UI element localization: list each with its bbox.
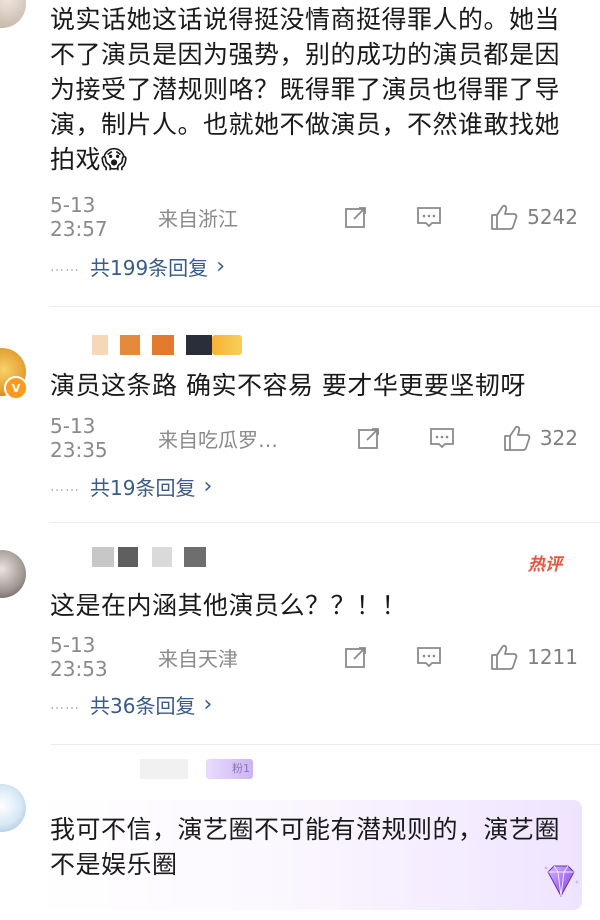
- divider: [50, 306, 600, 307]
- comment-time: 5-13 23:35: [50, 414, 108, 462]
- chevron-right-icon: ›: [216, 254, 225, 279]
- username-block: [140, 759, 188, 779]
- comment-meta: 5-13 23:53 来自天津 1211: [50, 633, 578, 681]
- repost-icon[interactable]: [343, 644, 369, 670]
- username-block: [120, 335, 140, 355]
- comment-icon[interactable]: [428, 425, 456, 451]
- username-redacted[interactable]: 粉1: [140, 758, 265, 780]
- level-badge-icon: [212, 335, 242, 355]
- replies-count: 共19条回复: [90, 476, 196, 500]
- view-replies-link[interactable]: …… 共36条回复 ›: [50, 690, 212, 719]
- username-block: [118, 547, 138, 567]
- comment-meta: 5-13 23:57 来自浙江 5242: [50, 193, 578, 241]
- avatar[interactable]: [0, 550, 26, 598]
- chevron-right-icon: ›: [203, 692, 213, 717]
- replies-count: 共36条回复: [90, 694, 196, 718]
- comment-actions: 1211: [343, 643, 578, 671]
- fan-badge: 粉1: [206, 759, 253, 779]
- username-block: [92, 335, 108, 355]
- comment-source: 来自浙江: [158, 206, 238, 231]
- comment-icon[interactable]: [415, 204, 443, 230]
- like-icon[interactable]: [489, 643, 519, 671]
- comment-time: 5-13 23:53: [50, 633, 108, 681]
- username-block: [184, 547, 206, 567]
- comment-time: 5-13 23:57: [50, 193, 108, 241]
- comment-text: 我可不信，演艺圈不可能有潜规则的，演艺圈不是娱乐圈: [50, 815, 561, 879]
- comment-source: 来自吃瓜罗…: [158, 427, 278, 452]
- like-count: 5242: [527, 205, 578, 229]
- like-icon[interactable]: [502, 424, 532, 452]
- like-count: 1211: [527, 645, 578, 669]
- username-block: [92, 547, 114, 567]
- comment-text: 演员这条路 确实不容易 要才华更要坚韧呀: [50, 371, 526, 400]
- username-block: [186, 335, 212, 355]
- chevron-right-icon: ›: [203, 474, 213, 499]
- comment-icon[interactable]: [415, 644, 443, 670]
- avatar[interactable]: [0, 0, 26, 28]
- comment-actions: 5242: [343, 203, 578, 231]
- like-icon[interactable]: [489, 203, 519, 231]
- dots-icon: ……: [50, 696, 80, 713]
- comment-actions: 322: [356, 424, 578, 452]
- username-redacted[interactable]: [92, 334, 254, 356]
- repost-icon[interactable]: [356, 425, 382, 451]
- repost-icon[interactable]: [343, 204, 369, 230]
- avatar[interactable]: [0, 784, 26, 832]
- view-replies-link[interactable]: …… 共19条回复 ›: [50, 472, 212, 501]
- username-redacted[interactable]: [92, 546, 218, 568]
- like-count: 322: [539, 426, 578, 450]
- divider: [50, 744, 600, 745]
- verified-badge-icon: V: [4, 376, 28, 400]
- comment-text: 这是在内涵其他演员么？？！！: [50, 591, 408, 620]
- dots-icon: ……: [50, 258, 80, 275]
- comment-meta: 5-13 23:35 来自吃瓜罗… 322: [50, 414, 578, 462]
- replies-count: 共199条回复: [90, 256, 209, 280]
- username-block: [152, 335, 174, 355]
- comment-source: 来自天津: [158, 646, 238, 671]
- username-block: [152, 547, 172, 567]
- comment-text: 说实话她这话说得挺没情商挺得罪人的。她当不了演员是因为强势，别的成功的演员都是因…: [50, 5, 561, 174]
- view-replies-link[interactable]: …… 共199条回复 ›: [50, 252, 225, 281]
- dots-icon: ……: [50, 478, 80, 495]
- diamond-icon: [540, 862, 582, 906]
- hot-comment-tag: 热评: [528, 555, 562, 575]
- divider: [50, 522, 600, 523]
